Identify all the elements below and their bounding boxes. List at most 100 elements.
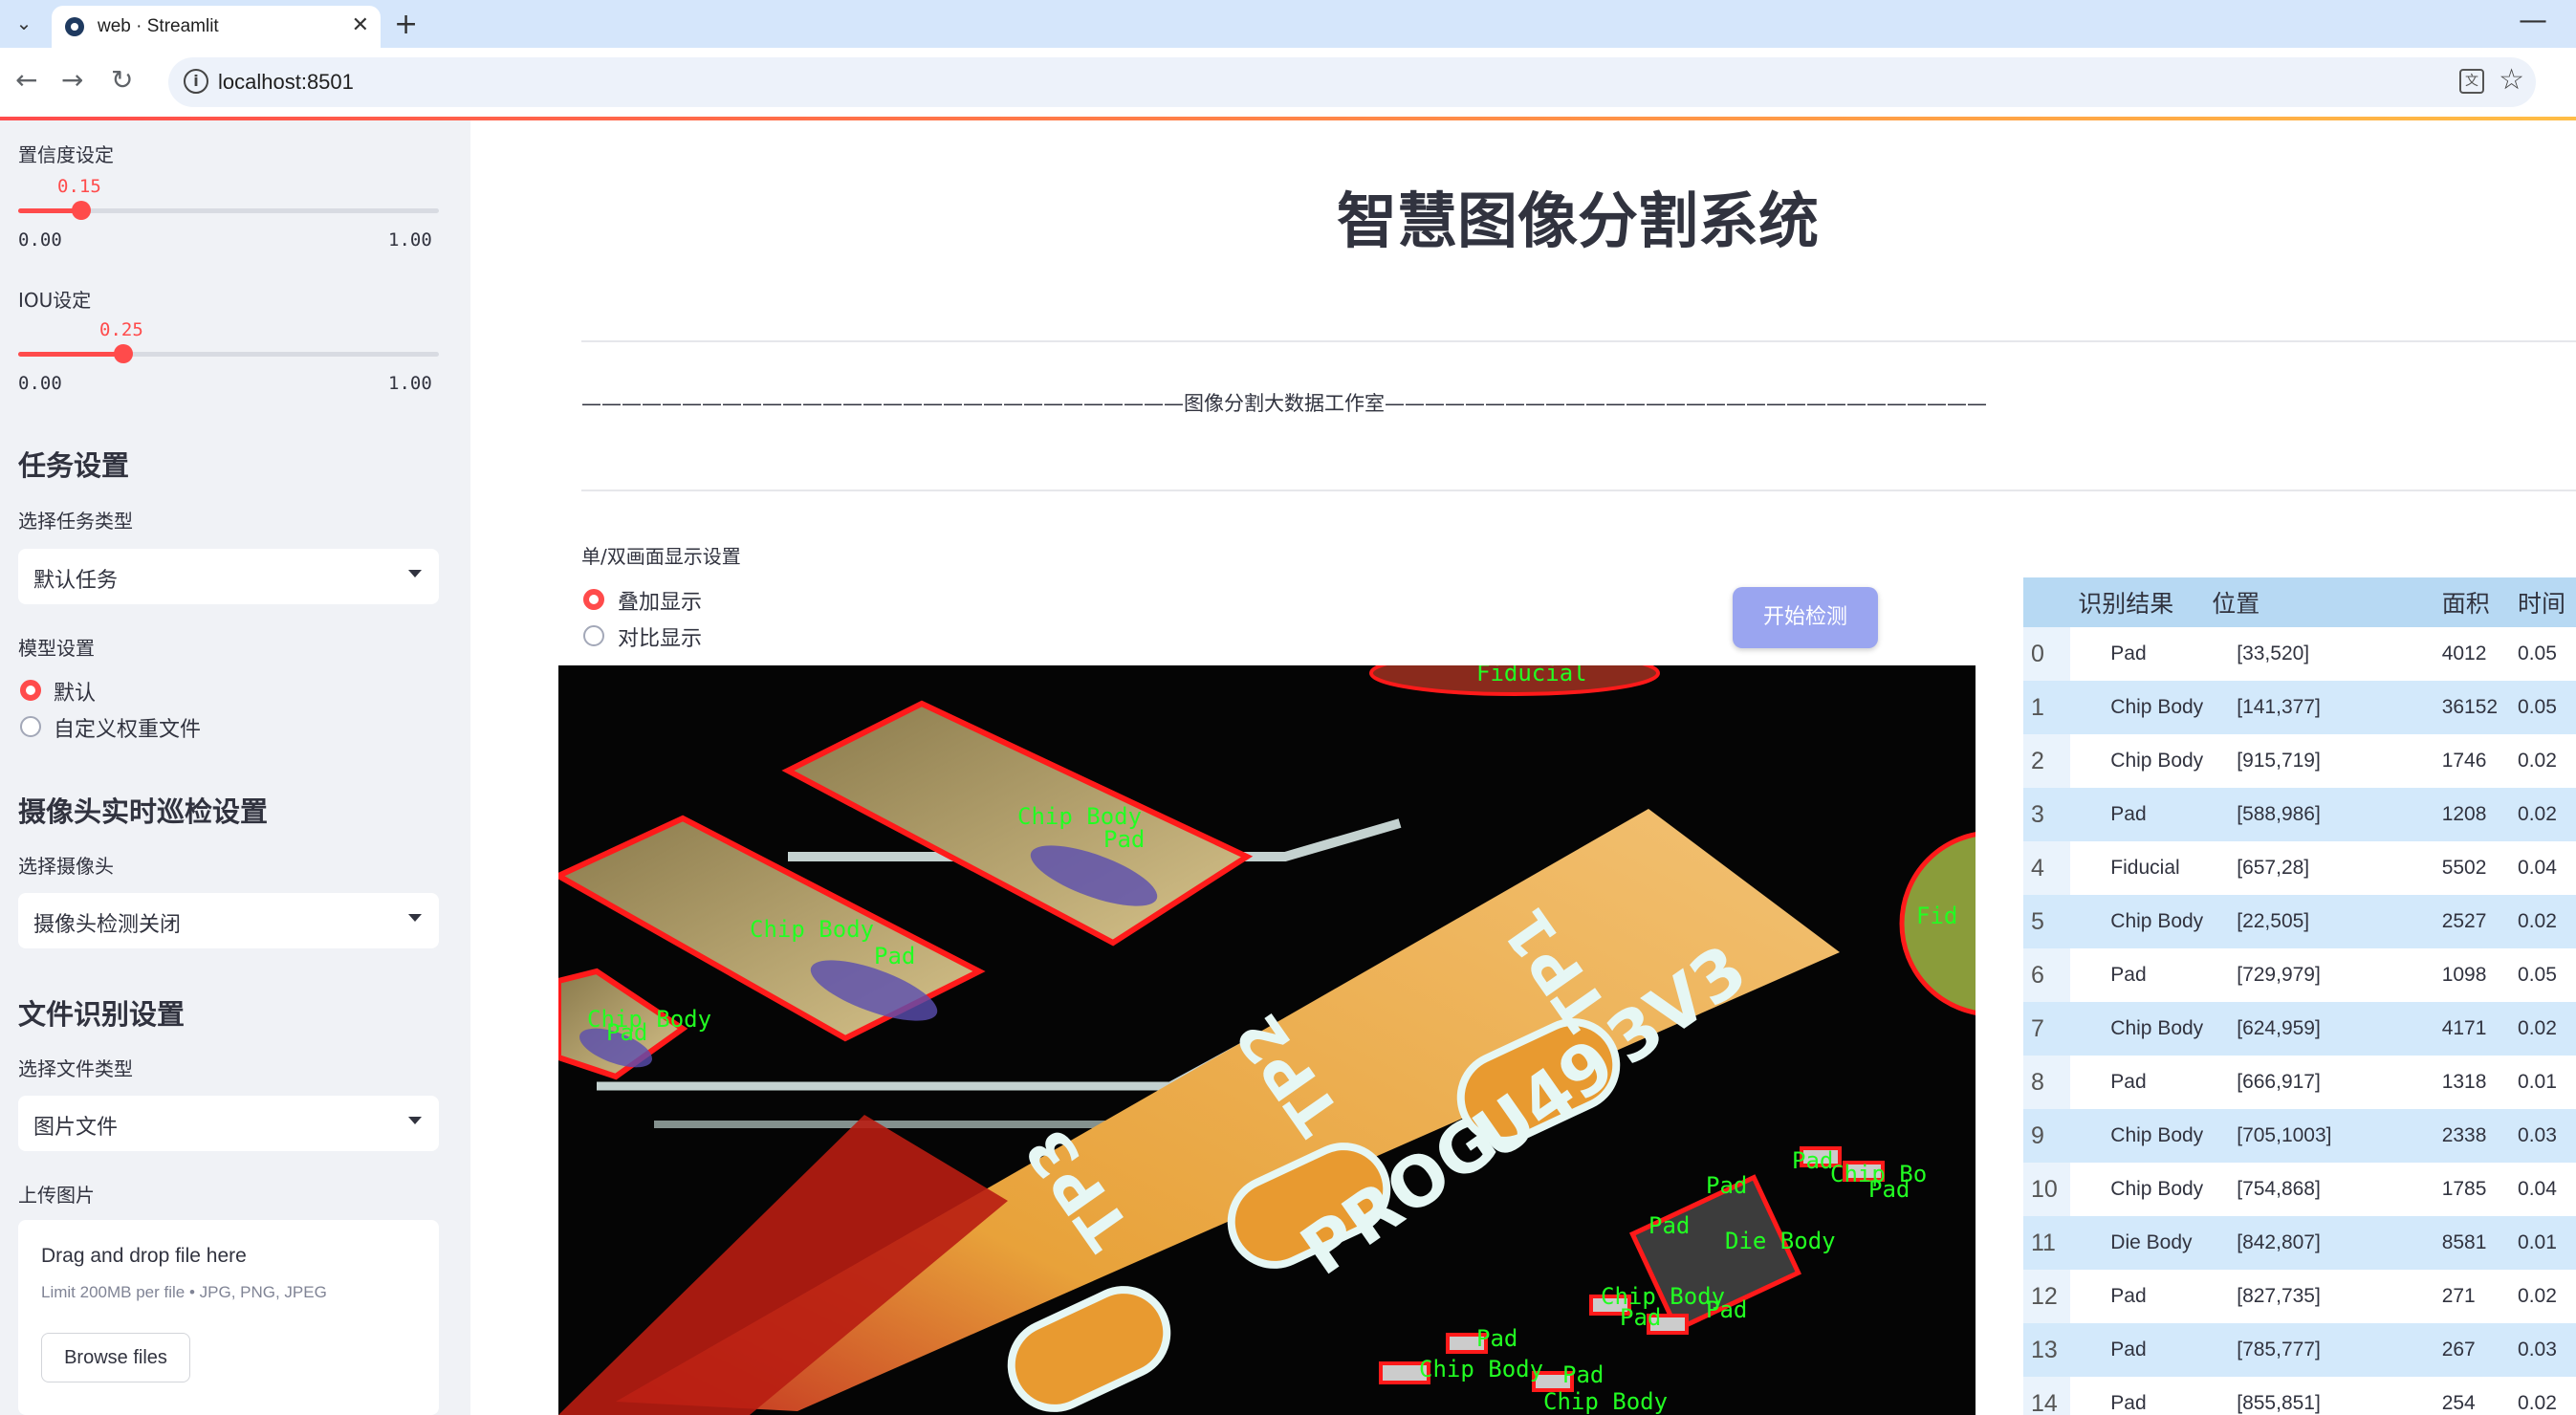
position-cell: [588,986] — [2204, 788, 2434, 841]
row-index: 5 — [2023, 895, 2071, 948]
file-type-select[interactable]: 图片文件 — [18, 1096, 439, 1151]
table-row[interactable]: 9 Chip Body [705,1003] 2338 0.03 — [2023, 1109, 2576, 1163]
table-row[interactable]: 6 Pad [729,979] 1098 0.05 — [2023, 948, 2576, 1002]
site-info-icon[interactable]: i — [184, 69, 208, 94]
translate-icon[interactable]: 文 — [2459, 69, 2484, 94]
model-custom-radio[interactable] — [20, 716, 41, 737]
back-arrow-icon[interactable]: ← — [15, 64, 37, 96]
task-type-select[interactable]: 默认任务 — [18, 549, 439, 604]
upload-limit-text: Limit 200MB per file • JPG, PNG, JPEG — [41, 1283, 327, 1301]
detection-label: Pad — [874, 943, 915, 969]
table-row[interactable]: 0 Pad [33,520] 4012 0.05 — [2023, 627, 2576, 681]
table-row[interactable]: 10 Chip Body [754,868] 1785 0.04 — [2023, 1163, 2576, 1216]
table-row[interactable]: 11 Die Body [842,807] 8581 0.01 — [2023, 1216, 2576, 1270]
row-index: 10 — [2023, 1163, 2071, 1216]
position-cell: [855,851] — [2204, 1377, 2434, 1415]
result-cell: Chip Body — [2070, 734, 2205, 788]
table-row[interactable]: 13 Pad [785,777] 267 0.03 — [2023, 1323, 2576, 1377]
detection-label: Chip Body — [750, 916, 874, 943]
table-row[interactable]: 14 Pad [855,851] 254 0.02 — [2023, 1377, 2576, 1415]
col-header-time[interactable]: 时间 — [2510, 577, 2576, 627]
upload-label: 上传图片 — [18, 1184, 95, 1207]
task-type-label: 选择任务类型 — [18, 510, 133, 533]
results-table-container[interactable]: 识别结果 位置 面积 时间 0 Pad [33,520] 4012 0.05 1 Chip … — [2023, 577, 2576, 1415]
table-row[interactable]: 5 Chip Body [22,505] 2527 0.02 — [2023, 895, 2576, 948]
detection-label: Pad — [1706, 1172, 1747, 1199]
table-row[interactable]: 7 Chip Body [624,959] 4171 0.02 — [2023, 1002, 2576, 1056]
confidence-max: 1.00 — [388, 229, 432, 250]
model-default-radio[interactable] — [20, 680, 41, 701]
col-header-area[interactable]: 面积 — [2434, 577, 2511, 627]
position-cell: [657,28] — [2204, 841, 2434, 895]
streamlit-favicon-icon — [65, 17, 84, 36]
area-cell: 1746 — [2434, 734, 2511, 788]
confidence-slider-thumb[interactable] — [72, 201, 91, 220]
col-header-position[interactable]: 位置 — [2204, 577, 2434, 627]
file-section-heading: 文件识别设置 — [18, 998, 186, 1031]
overlay-display-label[interactable]: 叠加显示 — [618, 585, 702, 616]
iou-slider-thumb[interactable] — [114, 344, 133, 363]
time-cell: 0.02 — [2510, 895, 2576, 948]
iou-value: 0.25 — [99, 319, 143, 340]
time-cell: 0.03 — [2510, 1109, 2576, 1163]
table-row[interactable]: 4 Fiducial [657,28] 5502 0.04 — [2023, 841, 2576, 895]
url-omnibox[interactable]: i localhost:8501 文 ☆ — [168, 57, 2536, 107]
sidebar: 置信度设定 0.15 0.00 1.00 IOU设定 0.25 0.00 1.0… — [0, 120, 470, 1415]
time-cell: 0.05 — [2510, 627, 2576, 681]
table-row[interactable]: 1 Chip Body [141,377] 36152 0.05 — [2023, 681, 2576, 734]
browse-files-button[interactable]: Browse files — [41, 1333, 190, 1382]
table-row[interactable]: 2 Chip Body [915,719] 1746 0.02 — [2023, 734, 2576, 788]
tab-title: web · Streamlit — [98, 16, 219, 36]
forward-arrow-icon[interactable]: → — [61, 64, 83, 96]
camera-select[interactable]: 摄像头检测关闭 — [18, 893, 439, 948]
row-index: 6 — [2023, 948, 2071, 1002]
url-text[interactable]: localhost:8501 — [218, 70, 354, 95]
compare-display-radio[interactable] — [583, 625, 604, 646]
result-cell: Pad — [2070, 1377, 2205, 1415]
area-cell: 267 — [2434, 1323, 2511, 1377]
camera-label: 选择摄像头 — [18, 855, 114, 878]
compare-display-label[interactable]: 对比显示 — [618, 621, 702, 652]
model-default-label[interactable]: 默认 — [54, 676, 96, 707]
table-row[interactable]: 3 Pad [588,986] 1208 0.02 — [2023, 788, 2576, 841]
time-cell: 0.02 — [2510, 788, 2576, 841]
time-cell: 0.02 — [2510, 1377, 2576, 1415]
iou-slider-fill — [18, 352, 123, 357]
close-tab-icon[interactable]: ✕ — [352, 13, 369, 37]
model-custom-label[interactable]: 自定义权重文件 — [54, 712, 201, 743]
studio-divider-text: ——————————————————————————————图像分割大数据工作室… — [581, 392, 1987, 415]
row-index: 11 — [2023, 1216, 2071, 1270]
overlay-display-radio[interactable] — [583, 589, 604, 610]
row-index: 3 — [2023, 788, 2071, 841]
result-cell: Pad — [2070, 788, 2205, 841]
iou-slider[interactable] — [18, 344, 439, 363]
table-row[interactable]: 12 Pad [827,735] 271 0.02 — [2023, 1270, 2576, 1323]
file-uploader-dropzone[interactable]: Drag and drop file here Limit 200MB per … — [18, 1220, 439, 1415]
confidence-slider[interactable] — [18, 201, 439, 220]
file-type-value: 图片文件 — [33, 1116, 119, 1140]
detection-label: Fiducial — [1476, 665, 1587, 686]
minimize-window-icon[interactable]: — — [2519, 4, 2547, 37]
browser-tab[interactable]: web · Streamlit ✕ — [52, 6, 381, 48]
divider-line — [581, 490, 2576, 491]
area-cell: 1785 — [2434, 1163, 2511, 1216]
col-header-index — [2023, 577, 2071, 627]
new-tab-plus-icon[interactable]: + — [394, 8, 418, 41]
file-type-label: 选择文件类型 — [18, 1057, 133, 1080]
position-cell: [22,505] — [2204, 895, 2434, 948]
row-index: 0 — [2023, 627, 2071, 681]
position-cell: [729,979] — [2204, 948, 2434, 1002]
time-cell: 0.02 — [2510, 734, 2576, 788]
row-index: 4 — [2023, 841, 2071, 895]
iou-max: 1.00 — [388, 373, 432, 394]
bookmark-star-icon[interactable]: ☆ — [2499, 63, 2524, 97]
start-detection-button[interactable]: 开始检测 — [1733, 587, 1878, 648]
tab-search-chevron-icon[interactable]: ⌄ — [10, 10, 38, 38]
table-row[interactable]: 8 Pad [666,917] 1318 0.01 — [2023, 1056, 2576, 1109]
area-cell: 4012 — [2434, 627, 2511, 681]
row-index: 7 — [2023, 1002, 2071, 1056]
detection-label: Chip Body — [1543, 1388, 1668, 1415]
col-header-result[interactable]: 识别结果 — [2070, 577, 2205, 627]
reload-icon[interactable]: ↻ — [111, 64, 133, 96]
iou-label: IOU设定 — [18, 289, 92, 312]
